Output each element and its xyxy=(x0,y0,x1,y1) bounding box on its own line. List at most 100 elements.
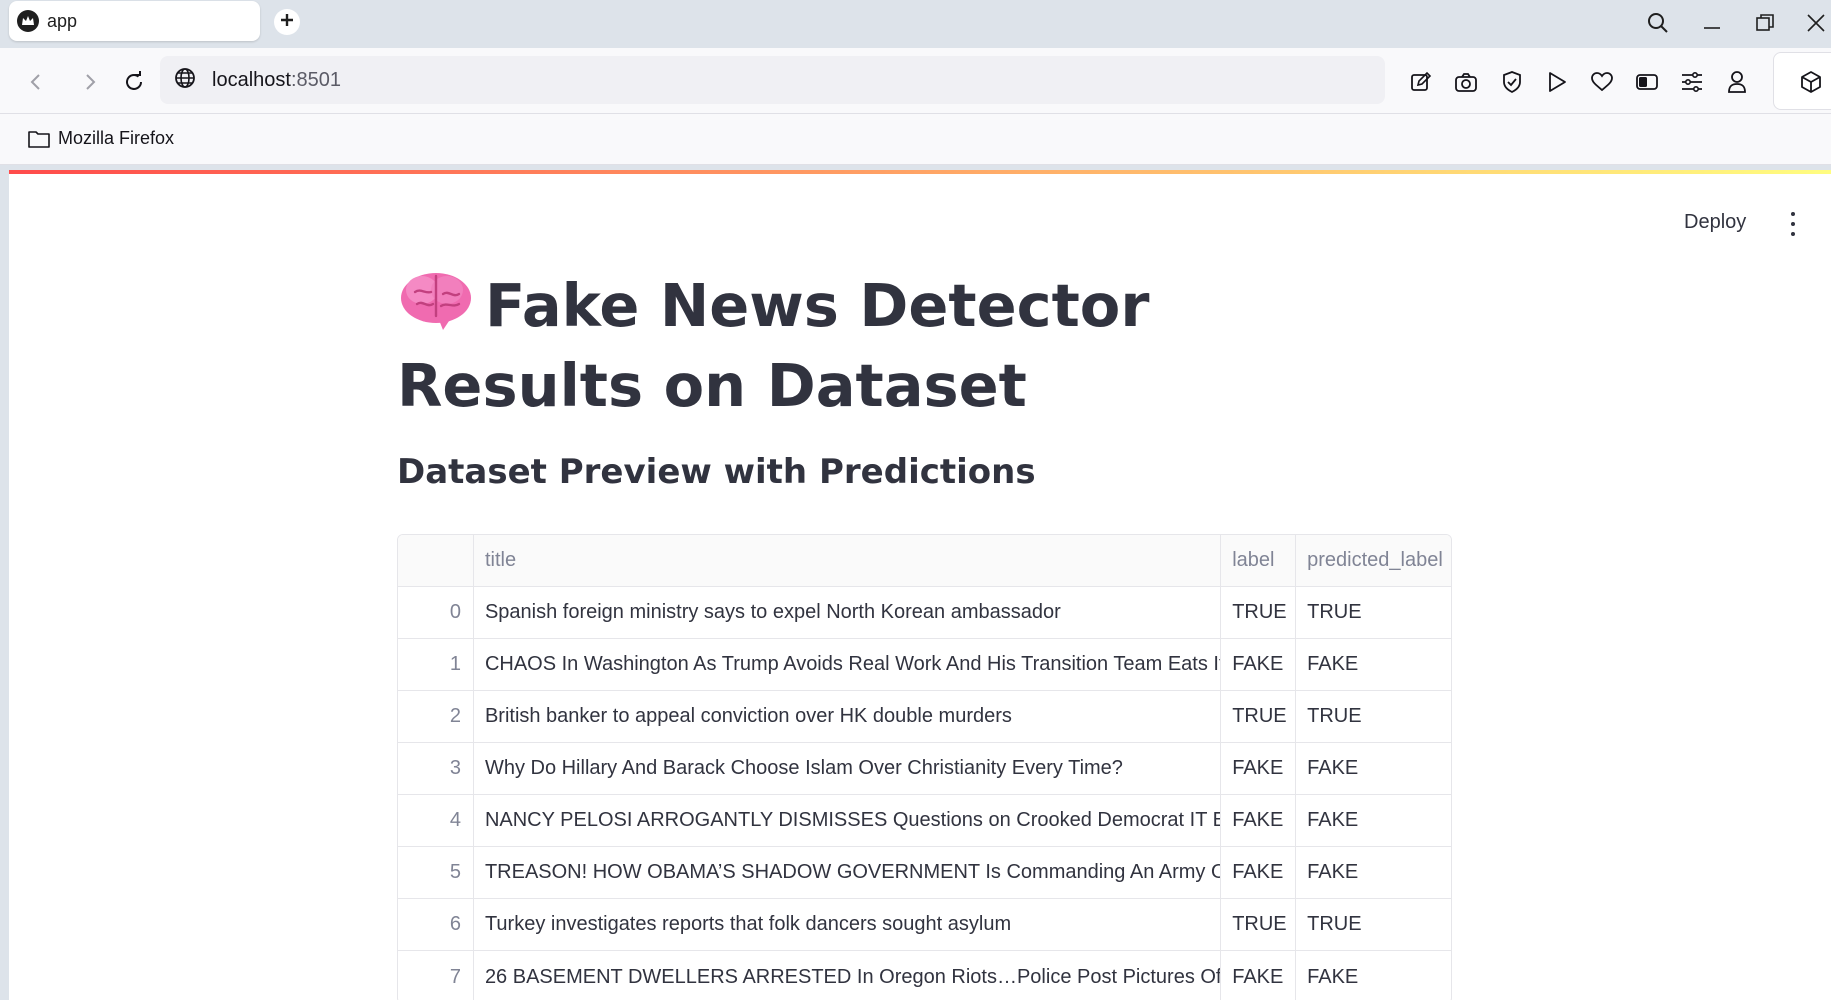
edit-page-button[interactable] xyxy=(1408,69,1434,95)
close-icon xyxy=(1807,14,1825,32)
cell-predicted-label[interactable]: FAKE xyxy=(1296,743,1451,794)
cell-label[interactable]: TRUE xyxy=(1221,691,1297,742)
cell-predicted-label[interactable]: TRUE xyxy=(1296,899,1451,950)
app-content: Deploy Fake News Detector Results on Dat… xyxy=(9,170,1831,1000)
new-tab-button[interactable] xyxy=(274,9,300,35)
table-header-row: title label predicted_label xyxy=(398,535,1451,587)
row-index[interactable]: 7 xyxy=(398,951,474,1000)
table-row: 6 Turkey investigates reports that folk … xyxy=(398,899,1451,951)
header-decoration-bar xyxy=(9,170,1831,174)
row-index[interactable]: 0 xyxy=(398,587,474,638)
brain-icon xyxy=(401,273,471,330)
globe-icon xyxy=(174,67,196,94)
sliders-icon xyxy=(1682,72,1702,92)
browser-tab[interactable]: app xyxy=(9,1,260,41)
extensions-button[interactable] xyxy=(1798,69,1824,95)
row-index[interactable]: 4 xyxy=(398,795,474,846)
cell-label[interactable]: FAKE xyxy=(1221,951,1297,1000)
cell-label[interactable]: FAKE xyxy=(1221,795,1297,846)
section-heading: Dataset Preview with Predictions xyxy=(397,452,1036,492)
table-row: 0 Spanish foreign ministry says to expel… xyxy=(398,587,1451,639)
tab-title: app xyxy=(47,10,78,31)
cell-predicted-label[interactable]: FAKE xyxy=(1296,847,1451,898)
cell-label[interactable]: TRUE xyxy=(1221,587,1297,638)
minimize-button[interactable] xyxy=(1697,8,1727,38)
dark-mode-toggle[interactable] xyxy=(1634,69,1660,95)
main-menu-button[interactable] xyxy=(1785,212,1801,236)
cell-title[interactable]: NANCY PELOSI ARROGANTLY DISMISSES Questi… xyxy=(474,795,1222,846)
column-header-title[interactable]: title xyxy=(473,535,1222,586)
deploy-button[interactable]: Deploy xyxy=(1684,211,1746,234)
table-row: 4 NANCY PELOSI ARROGANTLY DISMISSES Ques… xyxy=(398,795,1451,847)
customize-toolbar-button[interactable] xyxy=(1679,69,1705,95)
dataframe-table[interactable]: title label predicted_label 0 Spanish fo… xyxy=(397,534,1452,1000)
row-index[interactable]: 1 xyxy=(398,639,474,690)
pocket-button[interactable] xyxy=(1589,69,1615,95)
page-title: Fake News Detector Results on Dataset xyxy=(397,266,1397,426)
search-tabs-button[interactable] xyxy=(1643,8,1673,38)
send-tab-button[interactable] xyxy=(1544,69,1570,95)
cell-label[interactable]: TRUE xyxy=(1221,899,1297,950)
user-icon xyxy=(1728,71,1746,93)
cell-predicted-label[interactable]: TRUE xyxy=(1296,587,1451,638)
row-index[interactable]: 6 xyxy=(398,899,474,950)
bookmark-folder-label: Mozilla Firefox xyxy=(58,128,175,148)
row-index[interactable]: 5 xyxy=(398,847,474,898)
column-header-label[interactable]: label xyxy=(1221,535,1297,586)
table-row: 3 Why Do Hillary And Barack Choose Islam… xyxy=(398,743,1451,795)
close-window-button[interactable] xyxy=(1801,8,1831,38)
camera-icon xyxy=(1455,73,1477,92)
cell-title[interactable]: Spanish foreign ministry says to expel N… xyxy=(474,587,1222,638)
extensions-area xyxy=(1773,52,1831,110)
toggle-icon xyxy=(1636,74,1658,90)
cell-title[interactable]: TREASON! HOW OBAMA’S SHADOW GOVERNMENT I… xyxy=(474,847,1222,898)
cell-title[interactable]: CHAOS In Washington As Trump Avoids Real… xyxy=(474,639,1222,690)
plus-icon xyxy=(280,13,294,32)
cell-title[interactable]: Turkey investigates reports that folk da… xyxy=(474,899,1222,950)
chevron-right-icon xyxy=(86,74,96,90)
screenshot-button[interactable] xyxy=(1453,69,1479,95)
table-row: 1 CHAOS In Washington As Trump Avoids Re… xyxy=(398,639,1451,691)
account-button[interactable] xyxy=(1724,69,1750,95)
cell-predicted-label[interactable]: FAKE xyxy=(1296,639,1451,690)
forward-button[interactable] xyxy=(76,68,104,96)
cell-predicted-label[interactable]: FAKE xyxy=(1296,951,1451,1000)
cell-predicted-label[interactable]: TRUE xyxy=(1296,691,1451,742)
column-header-predicted-label[interactable]: predicted_label xyxy=(1296,535,1451,586)
table-row: 5 TREASON! HOW OBAMA’S SHADOW GOVERNMENT… xyxy=(398,847,1451,899)
menu-dot xyxy=(1791,222,1795,226)
minimize-icon xyxy=(1704,27,1720,29)
table-row: 7 26 BASEMENT DWELLERS ARRESTED In Orego… xyxy=(398,951,1451,1000)
tracking-protection-button[interactable] xyxy=(1499,69,1525,95)
table-row: 2 British banker to appeal conviction ov… xyxy=(398,691,1451,743)
menu-dot xyxy=(1791,212,1795,216)
back-button[interactable] xyxy=(22,68,50,96)
cell-label[interactable]: FAKE xyxy=(1221,847,1297,898)
url-port: :8501 xyxy=(290,68,341,91)
cell-title[interactable]: British banker to appeal conviction over… xyxy=(474,691,1222,742)
bookmark-folder-mozilla-firefox[interactable]: Mozilla Firefox xyxy=(28,128,174,149)
cube-icon xyxy=(1801,71,1821,93)
cell-title[interactable]: Why Do Hillary And Barack Choose Islam O… xyxy=(474,743,1222,794)
row-index[interactable]: 2 xyxy=(398,691,474,742)
url-bar[interactable]: localhost:8501 xyxy=(160,56,1385,104)
edit-icon xyxy=(1411,71,1432,91)
bookmarks-toolbar: Mozilla Firefox xyxy=(0,114,1831,165)
cell-label[interactable]: FAKE xyxy=(1221,639,1297,690)
cell-title[interactable]: 26 BASEMENT DWELLERS ARRESTED In Oregon … xyxy=(474,951,1222,1000)
row-index[interactable]: 3 xyxy=(398,743,474,794)
tab-strip: app xyxy=(0,0,1831,48)
url-host: localhost xyxy=(212,68,291,91)
reload-button[interactable] xyxy=(120,68,148,96)
column-header-index[interactable] xyxy=(398,535,474,586)
restore-icon xyxy=(1756,14,1774,31)
chevron-left-icon xyxy=(30,74,40,90)
reload-icon xyxy=(126,71,142,90)
cell-label[interactable]: FAKE xyxy=(1221,743,1297,794)
restore-button[interactable] xyxy=(1750,8,1780,38)
menu-dot xyxy=(1791,232,1795,236)
navigation-toolbar: localhost:8501 xyxy=(0,48,1831,114)
shield-check-icon xyxy=(1503,71,1521,93)
heart-icon xyxy=(1591,72,1613,92)
cell-predicted-label[interactable]: FAKE xyxy=(1296,795,1451,846)
